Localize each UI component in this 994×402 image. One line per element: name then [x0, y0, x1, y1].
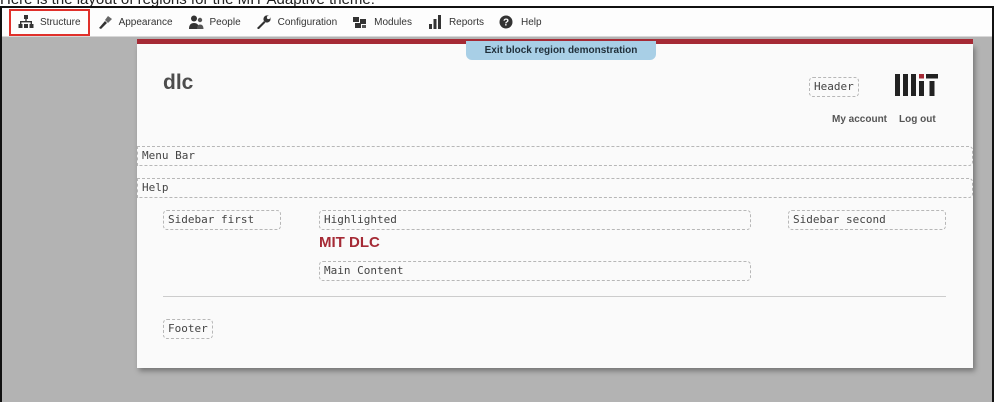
- region-sidebar-first: Sidebar first: [163, 210, 281, 230]
- region-help: Help: [137, 178, 973, 198]
- svg-text:?: ?: [503, 18, 509, 29]
- toolbar-label: Configuration: [277, 16, 338, 28]
- toolbar-item-configuration[interactable]: Configuration: [249, 9, 345, 35]
- mit-logo[interactable]: [895, 74, 938, 101]
- toolbar-label: People: [209, 16, 241, 28]
- footer-divider: [163, 296, 946, 297]
- toolbar-item-help[interactable]: ? Help: [492, 9, 550, 35]
- exit-demonstration-button[interactable]: Exit block region demonstration: [466, 41, 656, 60]
- region-footer: Footer: [163, 319, 213, 339]
- region-menu-bar: Menu Bar: [137, 146, 973, 166]
- my-account-link[interactable]: My account: [832, 114, 887, 125]
- region-header: Header: [809, 77, 859, 97]
- toolbar-item-structure[interactable]: Structure: [9, 8, 90, 36]
- region-sidebar-second: Sidebar second: [788, 210, 946, 230]
- structure-icon: [18, 15, 34, 29]
- region-highlighted: Highlighted: [319, 210, 751, 230]
- help-icon: ?: [499, 15, 515, 29]
- toolbar-label: Appearance: [118, 16, 173, 28]
- configuration-icon: [256, 15, 272, 29]
- log-out-link[interactable]: Log out: [899, 114, 936, 125]
- site-name[interactable]: dlc: [163, 71, 193, 95]
- appearance-icon: [97, 15, 113, 29]
- admin-toolbar: Structure Appearance People Configuratio…: [2, 8, 992, 37]
- toolbar-item-reports[interactable]: Reports: [420, 9, 492, 35]
- toolbar-label: Structure: [40, 16, 81, 28]
- toolbar-item-modules[interactable]: Modules: [345, 9, 420, 35]
- people-icon: [188, 15, 204, 29]
- toolbar-item-people[interactable]: People: [181, 9, 249, 35]
- region-main-content: Main Content: [319, 261, 751, 281]
- toolbar-label: Help: [520, 16, 542, 28]
- toolbar-label: Reports: [448, 16, 484, 28]
- highlighted-title: MIT DLC: [319, 234, 380, 251]
- reports-icon: [427, 15, 443, 29]
- toolbar-label: Modules: [374, 16, 412, 28]
- modules-icon: [352, 15, 368, 29]
- toolbar-item-appearance[interactable]: Appearance: [90, 9, 181, 35]
